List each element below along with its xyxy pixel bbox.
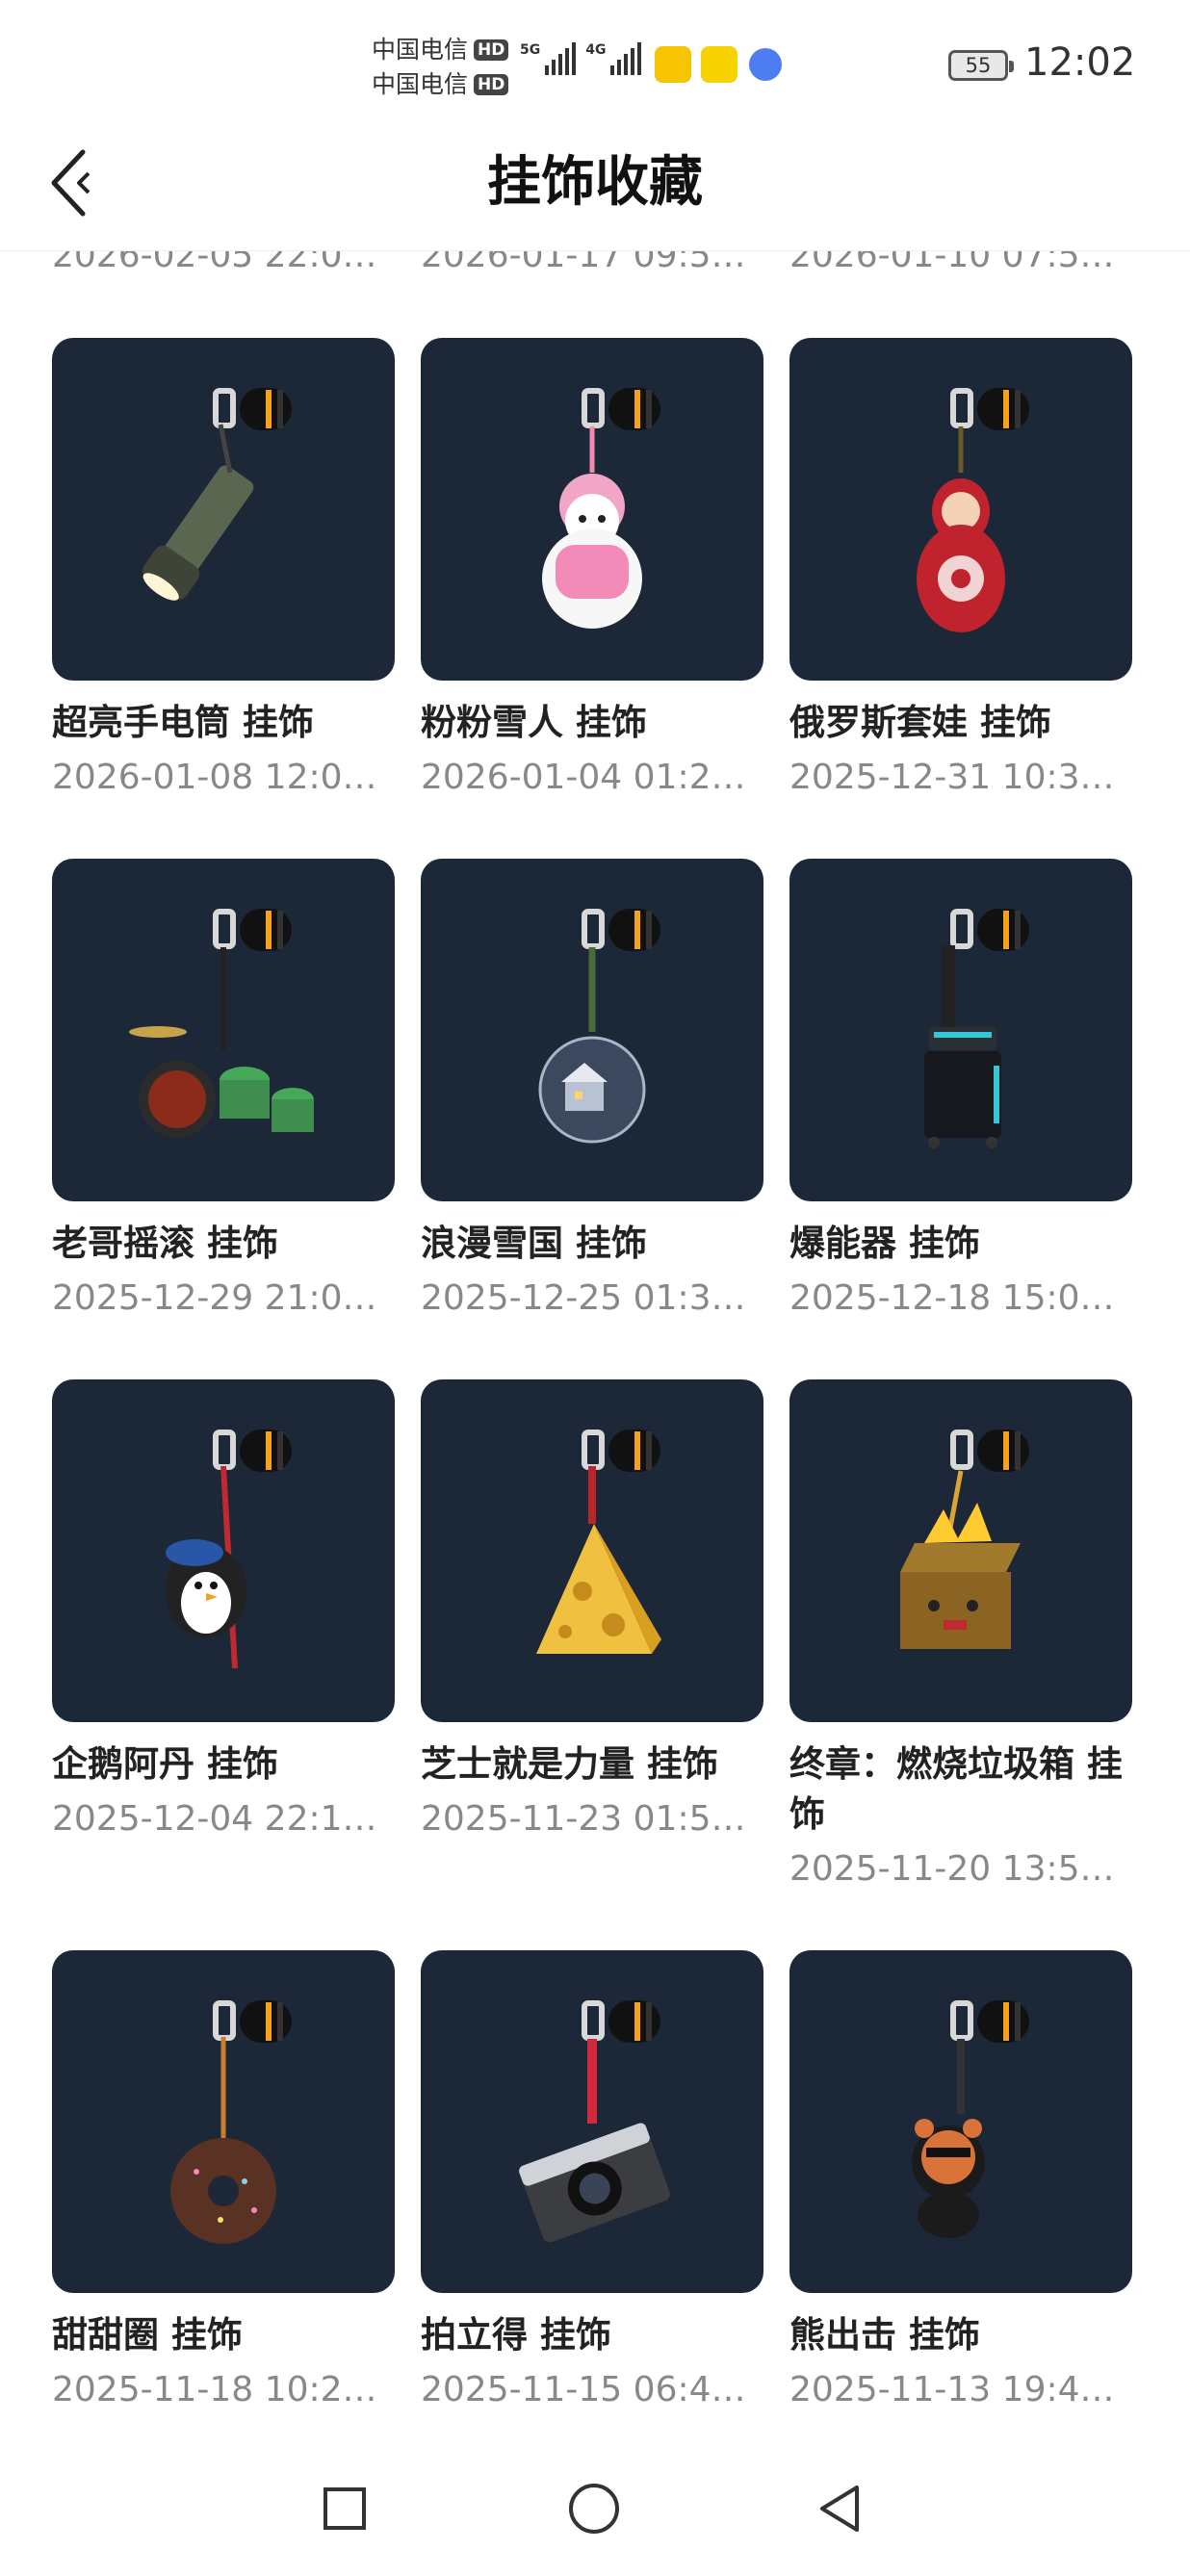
- charm-thumbnail[interactable]: [789, 1950, 1132, 2293]
- charm-card[interactable]: 粉粉雪人 挂饰 2026-01-04 01:20...: [421, 338, 763, 802]
- charm-card[interactable]: 甜甜圈 挂饰 2025-11-18 10:26...: [52, 1950, 395, 2414]
- blaster-charm-icon: [924, 909, 1029, 1148]
- flashlight-charm-icon: [142, 388, 292, 601]
- notification-app-icon: [701, 46, 737, 83]
- battery-icon: 55: [948, 50, 1014, 81]
- clock: 12:02: [1024, 40, 1136, 85]
- charm-card[interactable]: 老哥摇滚 挂饰 2025-12-29 21:02...: [52, 859, 395, 1323]
- charm-thumbnail[interactable]: [421, 338, 763, 681]
- charm-thumbnail[interactable]: [789, 859, 1132, 1201]
- charm-thumbnail[interactable]: [52, 859, 395, 1201]
- charm-name: 芝士就是力量 挂饰: [421, 1743, 718, 1785]
- burning-box-charm-icon: [900, 1430, 1029, 1649]
- item-date: 2025-12-04 22:11...: [52, 1799, 395, 1839]
- status-bar: 中国电信 HD 中国电信 HD 5G 4G 55 12:02: [0, 0, 1190, 116]
- drumkit-charm-icon: [129, 909, 314, 1138]
- charm-name: 熊出击 挂饰: [789, 2314, 980, 2356]
- item-date: 2026-01-08 12:00...: [52, 758, 395, 797]
- charm-name: 俄罗斯套娃 挂饰: [789, 702, 1051, 743]
- carrier-2-label: 中国电信: [372, 70, 469, 98]
- charm-card[interactable]: 芝士就是力量 挂饰 2025-11-23 01:50...: [421, 1379, 763, 1843]
- back-nav-icon[interactable]: [813, 2480, 870, 2537]
- charm-card[interactable]: 爆能器 挂饰 2025-12-18 15:00...: [789, 859, 1132, 1323]
- home-icon[interactable]: [565, 2480, 623, 2537]
- charm-name: 爆能器 挂饰: [789, 1223, 980, 1264]
- music-app-icon: [749, 48, 782, 81]
- charm-name: 超亮手电筒 挂饰: [52, 702, 314, 743]
- donut-charm-icon: [170, 2000, 292, 2244]
- charm-card[interactable]: 超亮手电筒 挂饰 2026-01-08 12:00...: [52, 338, 395, 802]
- carrier-info: 中国电信 HD 中国电信 HD: [372, 33, 509, 102]
- notification-app-icon: [655, 46, 691, 83]
- charm-collection-grid[interactable]: 2026-02-05 22:06... 2026-01-17 09:52... …: [0, 251, 1190, 2427]
- charm-thumbnail[interactable]: [421, 1950, 763, 2293]
- signal-indicators: 5G 4G: [520, 42, 642, 75]
- snowman-charm-icon: [542, 388, 660, 629]
- charm-name: 老哥摇滚 挂饰: [52, 1223, 278, 1264]
- charm-thumbnail[interactable]: [52, 1950, 395, 2293]
- charm-thumbnail[interactable]: [52, 1379, 395, 1722]
- recent-apps-icon[interactable]: [316, 2480, 374, 2537]
- hd-badge: HD: [474, 39, 509, 61]
- item-date: 2026-02-05 22:06...: [52, 251, 395, 275]
- item-date: 2025-11-15 06:40...: [421, 2370, 763, 2409]
- cheese-charm-icon: [536, 1430, 661, 1654]
- charm-name: 终章：燃烧垃圾箱 挂饰: [789, 1743, 1123, 1835]
- page-title: 挂饰收藏: [487, 151, 703, 214]
- charm-card[interactable]: 俄罗斯套娃 挂饰 2025-12-31 10:33...: [789, 338, 1132, 802]
- charm-name: 浪漫雪国 挂饰: [421, 1223, 647, 1264]
- item-date: 2025-11-13 19:42...: [789, 2370, 1132, 2409]
- charm-thumbnail[interactable]: [421, 1379, 763, 1722]
- item-date: 2026-01-17 09:52...: [421, 251, 763, 275]
- item-date: 2026-01-10 07:51...: [789, 251, 1132, 275]
- hd-badge: HD: [474, 74, 509, 95]
- charm-card[interactable]: 浪漫雪国 挂饰 2025-12-25 01:38...: [421, 859, 763, 1323]
- signal-5g-icon: 5G: [520, 42, 577, 75]
- bear-charm-icon: [912, 2000, 1029, 2238]
- penguin-charm-icon: [166, 1430, 292, 1669]
- snowglobe-charm-icon: [538, 909, 660, 1144]
- system-nav-bar: [0, 2445, 1190, 2576]
- item-date: 2025-11-20 13:50...: [789, 1849, 1132, 1889]
- item-date: 2025-12-29 21:02...: [52, 1278, 395, 1318]
- carrier-1-label: 中国电信: [372, 36, 469, 64]
- matryoshka-charm-icon: [917, 388, 1029, 632]
- charm-thumbnail[interactable]: [52, 338, 395, 681]
- camera-charm-icon: [519, 2000, 670, 2243]
- item-date: 2025-12-25 01:38...: [421, 1278, 763, 1318]
- signal-4g-icon: 4G: [585, 42, 642, 75]
- charm-thumbnail[interactable]: [421, 859, 763, 1201]
- charm-card[interactable]: 企鹅阿丹 挂饰 2025-12-04 22:11...: [52, 1379, 395, 1843]
- charm-card[interactable]: 熊出击 挂饰 2025-11-13 19:42...: [789, 1950, 1132, 2414]
- item-date: 2025-12-31 10:33...: [789, 758, 1132, 797]
- charm-thumbnail[interactable]: [789, 1379, 1132, 1722]
- charm-name: 拍立得 挂饰: [421, 2314, 611, 2356]
- charm-card[interactable]: 拍立得 挂饰 2025-11-15 06:40...: [421, 1950, 763, 2414]
- charm-name: 甜甜圈 挂饰: [52, 2314, 243, 2356]
- charm-thumbnail[interactable]: [789, 338, 1132, 681]
- item-date: 2025-11-18 10:26...: [52, 2370, 395, 2409]
- item-date: 2025-12-18 15:00...: [789, 1278, 1132, 1318]
- item-date: 2025-11-23 01:50...: [421, 1799, 763, 1839]
- header: 挂饰收藏: [0, 116, 1190, 251]
- charm-name: 企鹅阿丹 挂饰: [52, 1743, 278, 1785]
- charm-name: 粉粉雪人 挂饰: [421, 702, 647, 743]
- item-date: 2026-01-04 01:20...: [421, 758, 763, 797]
- charm-card[interactable]: 终章：燃烧垃圾箱 挂饰 2025-11-20 13:50...: [789, 1379, 1132, 1893]
